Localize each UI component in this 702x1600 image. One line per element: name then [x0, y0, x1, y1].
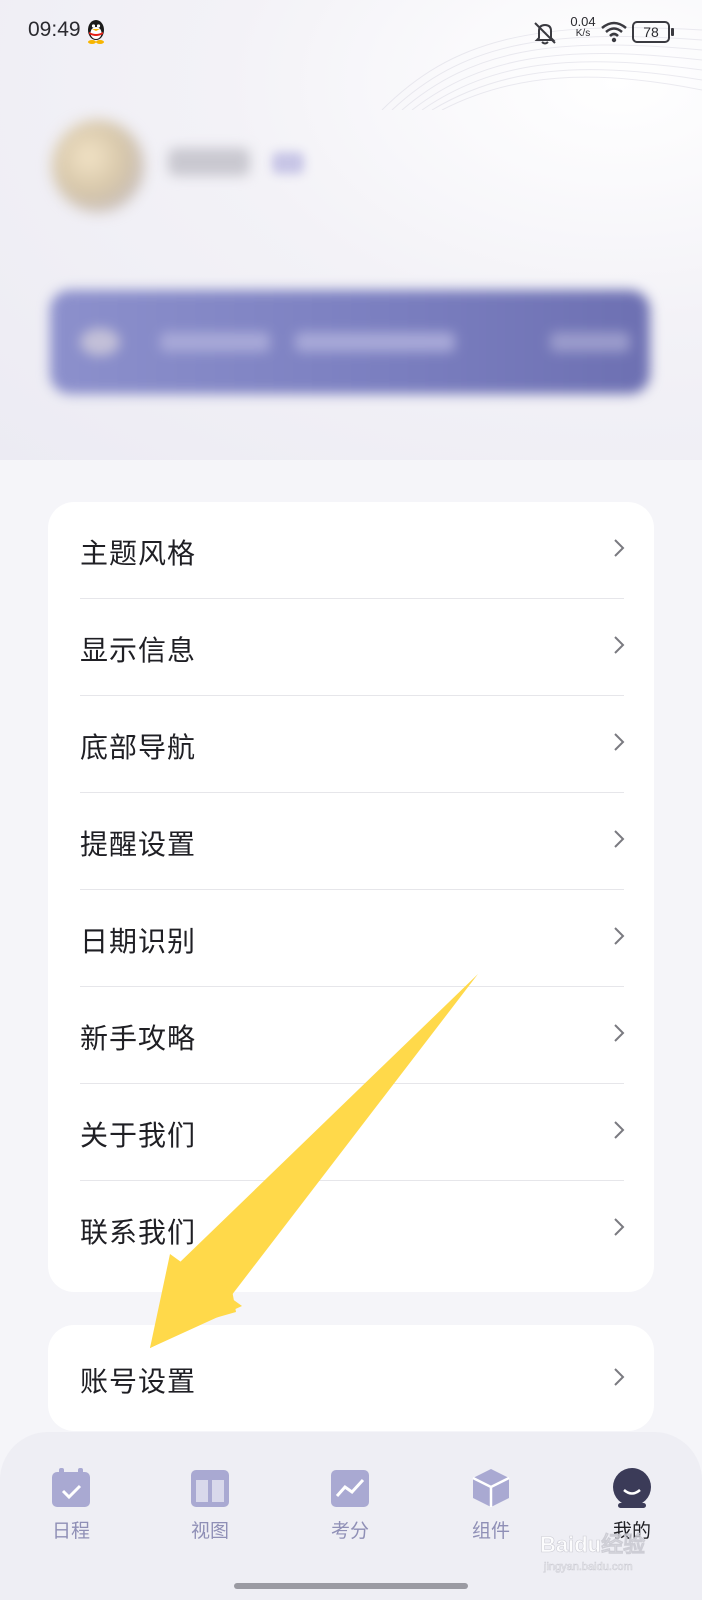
- cube-icon: [472, 1469, 510, 1507]
- chevron-right-icon: [614, 1218, 625, 1236]
- net-speed-unit: K/s: [575, 28, 591, 39]
- profile-icon: [613, 1468, 651, 1508]
- tab-label: 考分: [330, 1520, 369, 1542]
- vip-banner-subtext-blurred: [295, 332, 455, 352]
- score-chart-icon: [331, 1470, 369, 1507]
- settings-item-label: 底部导航: [80, 731, 197, 764]
- chevron-right-icon: [614, 733, 625, 751]
- chevron-right-icon: [614, 1121, 625, 1139]
- vip-banner[interactable]: [50, 290, 650, 394]
- settings-item-label: 提醒设置: [80, 828, 197, 861]
- chevron-right-icon: [614, 636, 625, 654]
- settings-item-about[interactable]: 关于我们: [48, 1084, 654, 1181]
- settings-item-reminder[interactable]: 提醒设置: [48, 793, 654, 890]
- settings-item-label: 显示信息: [80, 634, 197, 667]
- net-speed-value: 0.04: [570, 14, 596, 29]
- tab-label: 组件: [471, 1520, 510, 1542]
- net-speed: 0.04 K/s: [566, 14, 600, 40]
- status-bar: 09:49 0.04 K/s 78: [0, 0, 702, 66]
- settings-card: 主题风格 显示信息 底部导航 提醒设置 日期识别 新手攻略 关于我们 联系我们: [48, 502, 654, 1292]
- settings-item-label: 关于我们: [80, 1119, 197, 1152]
- chevron-right-icon: [614, 927, 625, 945]
- watermark-url: jingyan.baidu.com: [543, 1561, 633, 1573]
- tab-view[interactable]: 视图: [170, 1466, 250, 1543]
- settings-item-date-recognition[interactable]: 日期识别: [48, 890, 654, 987]
- tab-label: 视图: [190, 1520, 229, 1542]
- settings-item-guide[interactable]: 新手攻略: [48, 987, 654, 1084]
- settings-item-display[interactable]: 显示信息: [48, 599, 654, 696]
- settings-item-theme[interactable]: 主题风格: [48, 502, 654, 599]
- settings-item-account[interactable]: 账号设置: [48, 1325, 654, 1431]
- tab-widgets[interactable]: 组件: [451, 1466, 531, 1543]
- chevron-right-icon: [614, 1024, 625, 1042]
- avatar[interactable]: [52, 120, 144, 212]
- tab-label: 日程: [51, 1520, 90, 1542]
- settings-item-label: 联系我们: [80, 1216, 197, 1249]
- battery-indicator: 78: [632, 21, 674, 43]
- vip-banner-text-blurred: [160, 332, 270, 352]
- settings-item-bottom-nav[interactable]: 底部导航: [48, 696, 654, 793]
- vip-badge-blurred: [272, 152, 304, 174]
- qq-penguin-icon: [88, 20, 104, 44]
- settings-item-label: 主题风格: [80, 537, 197, 570]
- wifi-icon: [601, 21, 627, 43]
- baidu-jingyan-watermark: Baidu经验 jingyan.baidu.com: [540, 1532, 645, 1574]
- watermark-brand: Baidu经验: [540, 1532, 645, 1557]
- account-card: 账号设置: [48, 1325, 654, 1431]
- calendar-icon: [52, 1468, 90, 1507]
- settings-item-contact[interactable]: 联系我们: [48, 1181, 654, 1278]
- layout-icon: [191, 1470, 229, 1507]
- chevron-right-icon: [614, 539, 625, 557]
- username-blurred[interactable]: [168, 148, 250, 176]
- home-indicator[interactable]: [234, 1583, 468, 1589]
- settings-item-label: 日期识别: [80, 925, 197, 958]
- vip-banner-icon: [80, 328, 120, 356]
- tab-schedule[interactable]: 日程: [31, 1466, 111, 1543]
- status-time: 09:49: [28, 18, 81, 41]
- settings-item-label: 新手攻略: [80, 1022, 197, 1055]
- chevron-right-icon: [614, 1368, 625, 1386]
- vip-banner-button-blurred[interactable]: [550, 332, 630, 352]
- chevron-right-icon: [614, 830, 625, 848]
- tab-score[interactable]: 考分: [310, 1466, 390, 1543]
- bell-muted-icon: [534, 22, 556, 45]
- account-settings-label: 账号设置: [80, 1365, 197, 1398]
